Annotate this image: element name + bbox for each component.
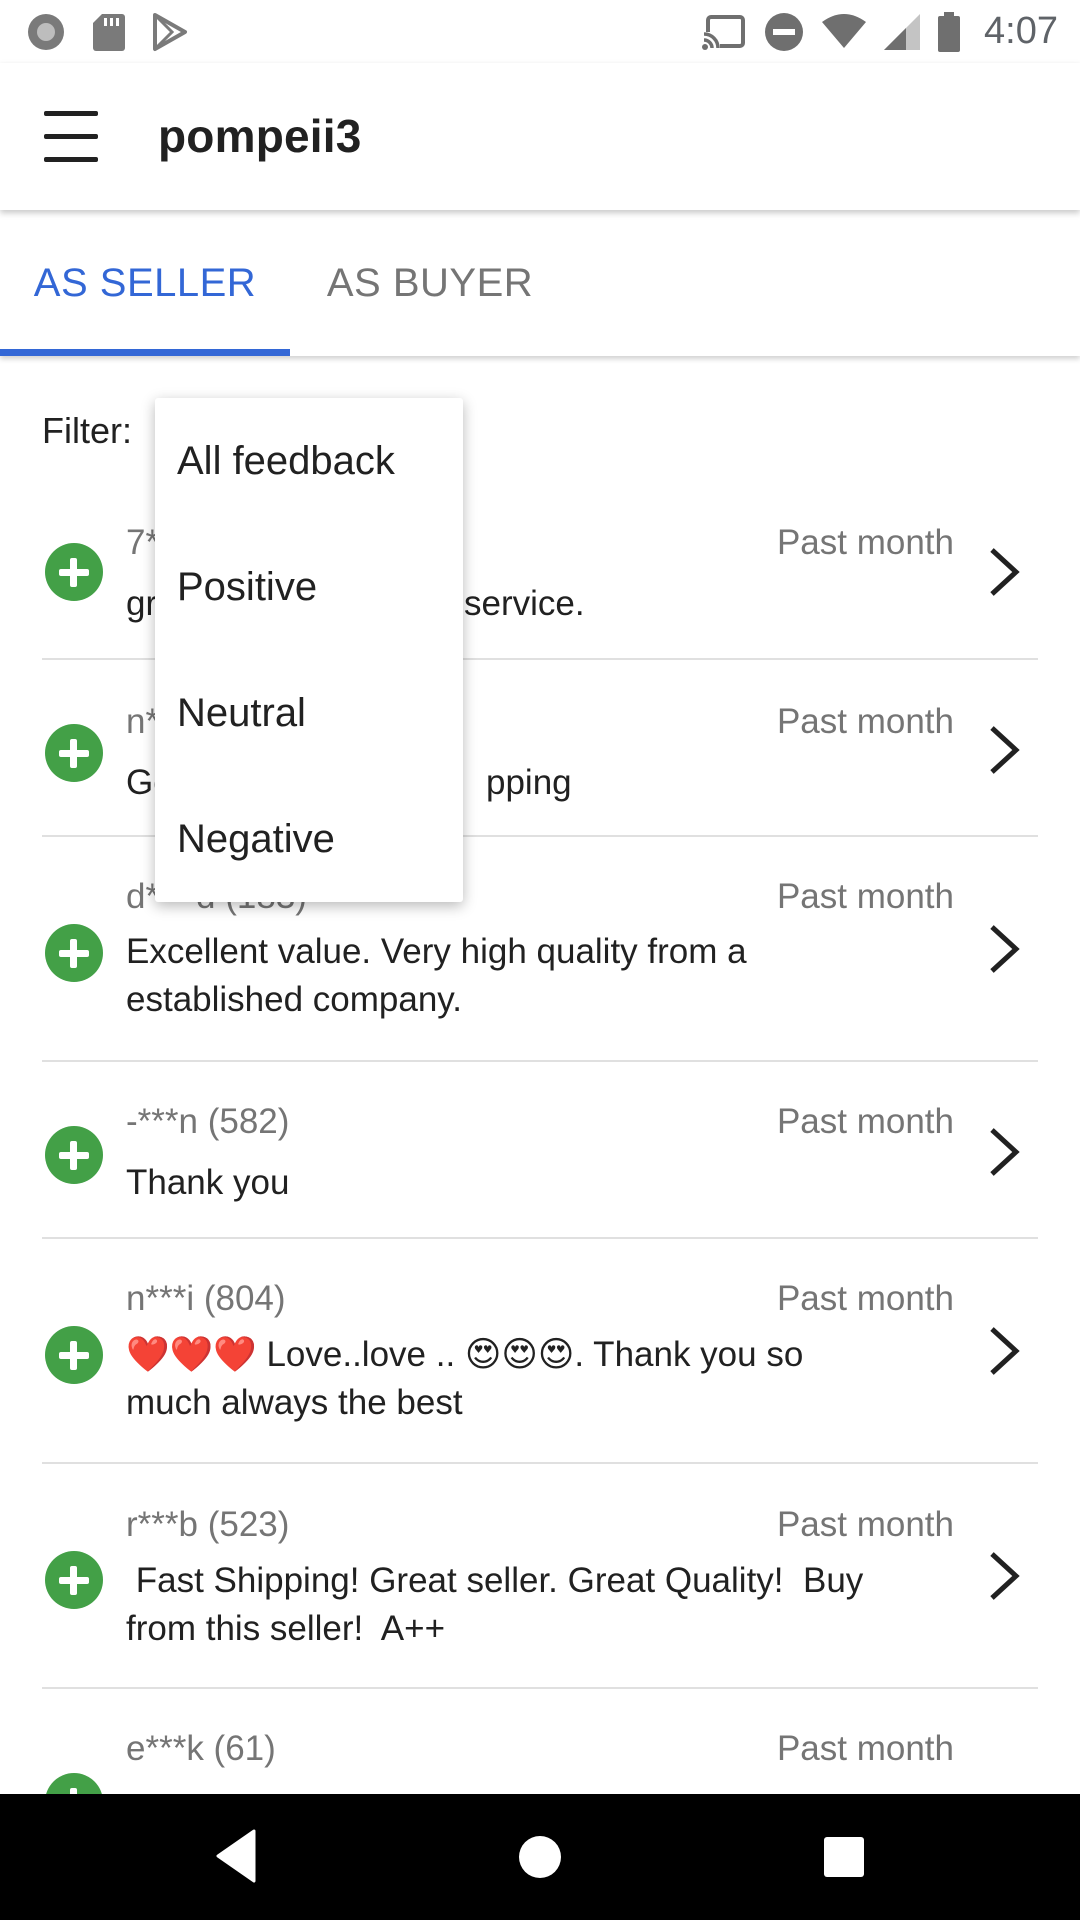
chevron-right-icon[interactable] (984, 1546, 1024, 1606)
feedback-comment: Fast Shipping! Great seller. Great Quali… (126, 1561, 874, 1648)
menu-item-all-feedback[interactable]: All feedback (155, 398, 463, 524)
feedback-comment-end: pping (486, 763, 572, 802)
feedback-date: Past month (776, 877, 954, 916)
status-bar: 4:07 (0, 0, 1080, 63)
positive-plus-icon (45, 1326, 103, 1384)
cell-signal-icon (884, 13, 921, 50)
filter-label: Filter: (42, 410, 132, 451)
filter-dropdown-menu: All feedback Positive Neutral Negative (155, 398, 463, 902)
sd-card-icon (93, 13, 125, 51)
tab-indicator (0, 349, 290, 356)
feedback-date: Past month (776, 1279, 954, 1318)
recents-icon[interactable] (824, 1837, 864, 1877)
tab-bar: AS SELLER AS BUYER (0, 210, 1080, 356)
status-right-icons: 4:07 (702, 10, 1080, 53)
list-item[interactable]: -***n (582) Past month Thank you (0, 1062, 1080, 1239)
positive-plus-icon (45, 724, 103, 782)
tab-as-seller[interactable]: AS SELLER (0, 210, 290, 356)
feedback-comment-end: service. (464, 584, 585, 623)
circle-notification-icon (28, 13, 64, 50)
tab-as-buyer[interactable]: AS BUYER (290, 210, 570, 356)
feedback-user: e***k (61) (126, 1729, 276, 1768)
positive-plus-icon (45, 1126, 103, 1184)
feedback-comment: Thank you (126, 1163, 290, 1202)
system-nav-bar (0, 1794, 1080, 1920)
battery-icon (938, 11, 961, 52)
status-time: 4:07 (984, 10, 1058, 52)
chevron-right-icon[interactable] (984, 542, 1024, 602)
chevron-right-icon[interactable] (984, 919, 1024, 979)
positive-plus-icon (45, 1551, 103, 1609)
feedback-date: Past month (776, 702, 954, 741)
feedback-comment-start: gr (126, 584, 158, 623)
positive-plus-icon (45, 543, 103, 601)
feedback-date: Past month (776, 1729, 954, 1768)
positive-plus-icon (45, 924, 103, 982)
hamburger-menu-icon[interactable] (44, 111, 100, 163)
page-title: pompeii3 (158, 110, 362, 162)
feedback-date: Past month (776, 523, 954, 562)
status-left-icons (0, 12, 188, 52)
list-item[interactable]: n***i (804) Past month ❤️❤️❤️ Love..love… (0, 1239, 1080, 1464)
feedback-comment: Excellent value. Very high quality from … (126, 932, 747, 1019)
menu-item-negative[interactable]: Negative (155, 776, 463, 902)
feedback-user: -***n (582) (126, 1102, 290, 1141)
chevron-right-icon[interactable] (984, 1321, 1024, 1381)
feedback-date: Past month (776, 1102, 954, 1141)
cast-icon (702, 14, 746, 50)
feedback-date: Past month (776, 1505, 954, 1544)
menu-item-neutral[interactable]: Neutral (155, 650, 463, 776)
do-not-disturb-icon (765, 12, 804, 51)
wifi-icon (822, 13, 867, 48)
play-store-icon (153, 12, 187, 51)
chevron-right-icon[interactable] (984, 720, 1024, 780)
feedback-user: r***b (523) (126, 1505, 290, 1544)
menu-item-positive[interactable]: Positive (155, 524, 463, 650)
feedback-user: n***i (804) (126, 1279, 286, 1318)
back-icon[interactable] (216, 1829, 256, 1883)
list-item[interactable]: r***b (523) Past month Fast Shipping! Gr… (0, 1464, 1080, 1689)
home-icon[interactable] (519, 1836, 561, 1878)
chevron-right-icon[interactable] (984, 1122, 1024, 1182)
app-bar: pompeii3 (0, 63, 1080, 210)
feedback-comment: ❤️❤️❤️ Love..love .. 😍😍😍. Thank you so m… (126, 1335, 804, 1422)
